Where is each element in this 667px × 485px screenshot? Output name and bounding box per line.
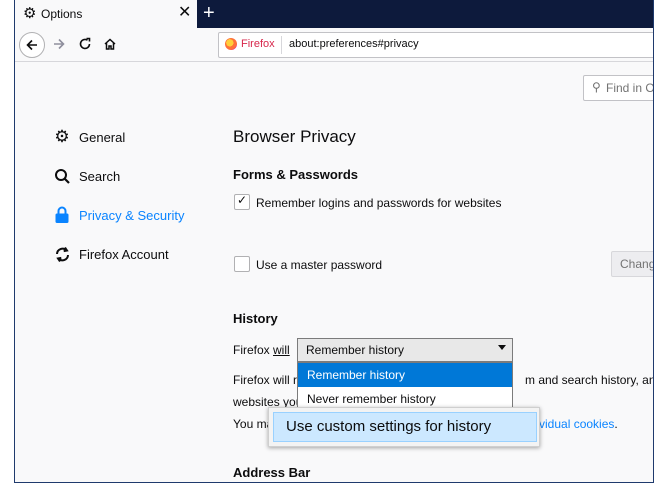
find-placeholder: Find in O — [606, 81, 654, 95]
history-description-line1-left: Firefox will r — [233, 373, 298, 387]
sidebar-item-general[interactable]: ⚙ General — [51, 125, 125, 149]
home-button[interactable] — [98, 32, 122, 56]
address-bar-heading: Address Bar — [233, 465, 311, 480]
identity-label: Firefox — [241, 38, 275, 50]
option-custom-settings-history[interactable]: Use custom settings for history — [273, 412, 537, 442]
history-heading: History — [233, 311, 278, 326]
home-icon — [104, 38, 116, 50]
new-tab-button[interactable]: + — [203, 2, 215, 24]
option-remember-history[interactable]: Remember history — [298, 363, 512, 387]
sidebar-item-search[interactable]: Search — [51, 164, 120, 188]
sidebar-item-label: Firefox Account — [79, 246, 169, 262]
remember-logins-label: Remember logins and passwords for websit… — [256, 196, 502, 210]
back-arrow-icon — [26, 39, 37, 51]
master-password-label: Use a master password — [256, 258, 383, 272]
browser-window: ⚙ Options ✕ + Firefox about:preferences#… — [14, 0, 654, 483]
search-icon — [51, 168, 73, 185]
history-mode-label: Firefox will — [233, 343, 290, 357]
history-description-line1-right: m and search history, and k — [525, 373, 653, 387]
sidebar-item-firefox-account[interactable]: Firefox Account — [51, 242, 169, 266]
reload-button[interactable] — [73, 32, 97, 56]
url-separator — [281, 36, 282, 54]
reload-icon — [79, 37, 91, 50]
history-mode-select[interactable]: Remember history — [297, 338, 513, 362]
change-master-password-button[interactable]: Chang — [611, 251, 654, 277]
gear-icon: ⚙ — [54, 127, 70, 146]
sidebar-item-label: Search — [79, 168, 121, 184]
search-icon: ⚲ — [592, 80, 601, 94]
individual-cookies-text: vidual cookies. — [539, 417, 618, 431]
sync-icon — [51, 246, 73, 263]
chevron-down-icon — [498, 345, 506, 350]
lock-icon — [51, 206, 73, 224]
page-title: Browser Privacy — [233, 127, 356, 146]
tab-title: Options — [41, 7, 83, 21]
gear-icon: ⚙ — [23, 5, 37, 22]
preferences-content: ⚲ Find in O ⚙ General Search Privacy & S… — [15, 62, 653, 482]
back-button[interactable] — [19, 32, 45, 58]
history-mode-value: Remember history — [306, 343, 405, 357]
tab-options[interactable]: ⚙ Options ✕ — [15, 0, 197, 28]
forms-passwords-heading: Forms & Passwords — [233, 167, 358, 182]
nav-bar: Firefox about:preferences#privacy — [15, 28, 653, 62]
master-password-checkbox[interactable] — [234, 256, 250, 272]
url-text[interactable]: about:preferences#privacy — [289, 38, 419, 50]
find-in-options-input[interactable]: ⚲ Find in O — [583, 75, 654, 101]
individual-cookies-link[interactable]: vidual cookies — [539, 417, 614, 431]
option-custom-settings-callout: Use custom settings for history — [268, 407, 540, 447]
tab-strip: ⚙ Options ✕ + — [15, 0, 653, 28]
sidebar-item-label: General — [79, 129, 126, 145]
sidebar-item-label: Privacy & Security — [79, 207, 185, 223]
option-custom-settings-label: Use custom settings for history — [286, 418, 492, 435]
close-icon[interactable]: ✕ — [178, 5, 191, 21]
sidebar-item-privacy-security[interactable]: Privacy & Security — [51, 203, 184, 227]
firefox-logo-icon — [225, 38, 237, 50]
url-bar[interactable]: Firefox about:preferences#privacy — [218, 32, 653, 58]
forward-button[interactable] — [47, 32, 71, 56]
history-mode-dropdown: Remember history Never remember history — [297, 362, 513, 412]
forward-arrow-icon — [54, 38, 65, 50]
change-button-label: Chang — [620, 257, 654, 271]
remember-logins-checkbox[interactable] — [234, 193, 250, 210]
